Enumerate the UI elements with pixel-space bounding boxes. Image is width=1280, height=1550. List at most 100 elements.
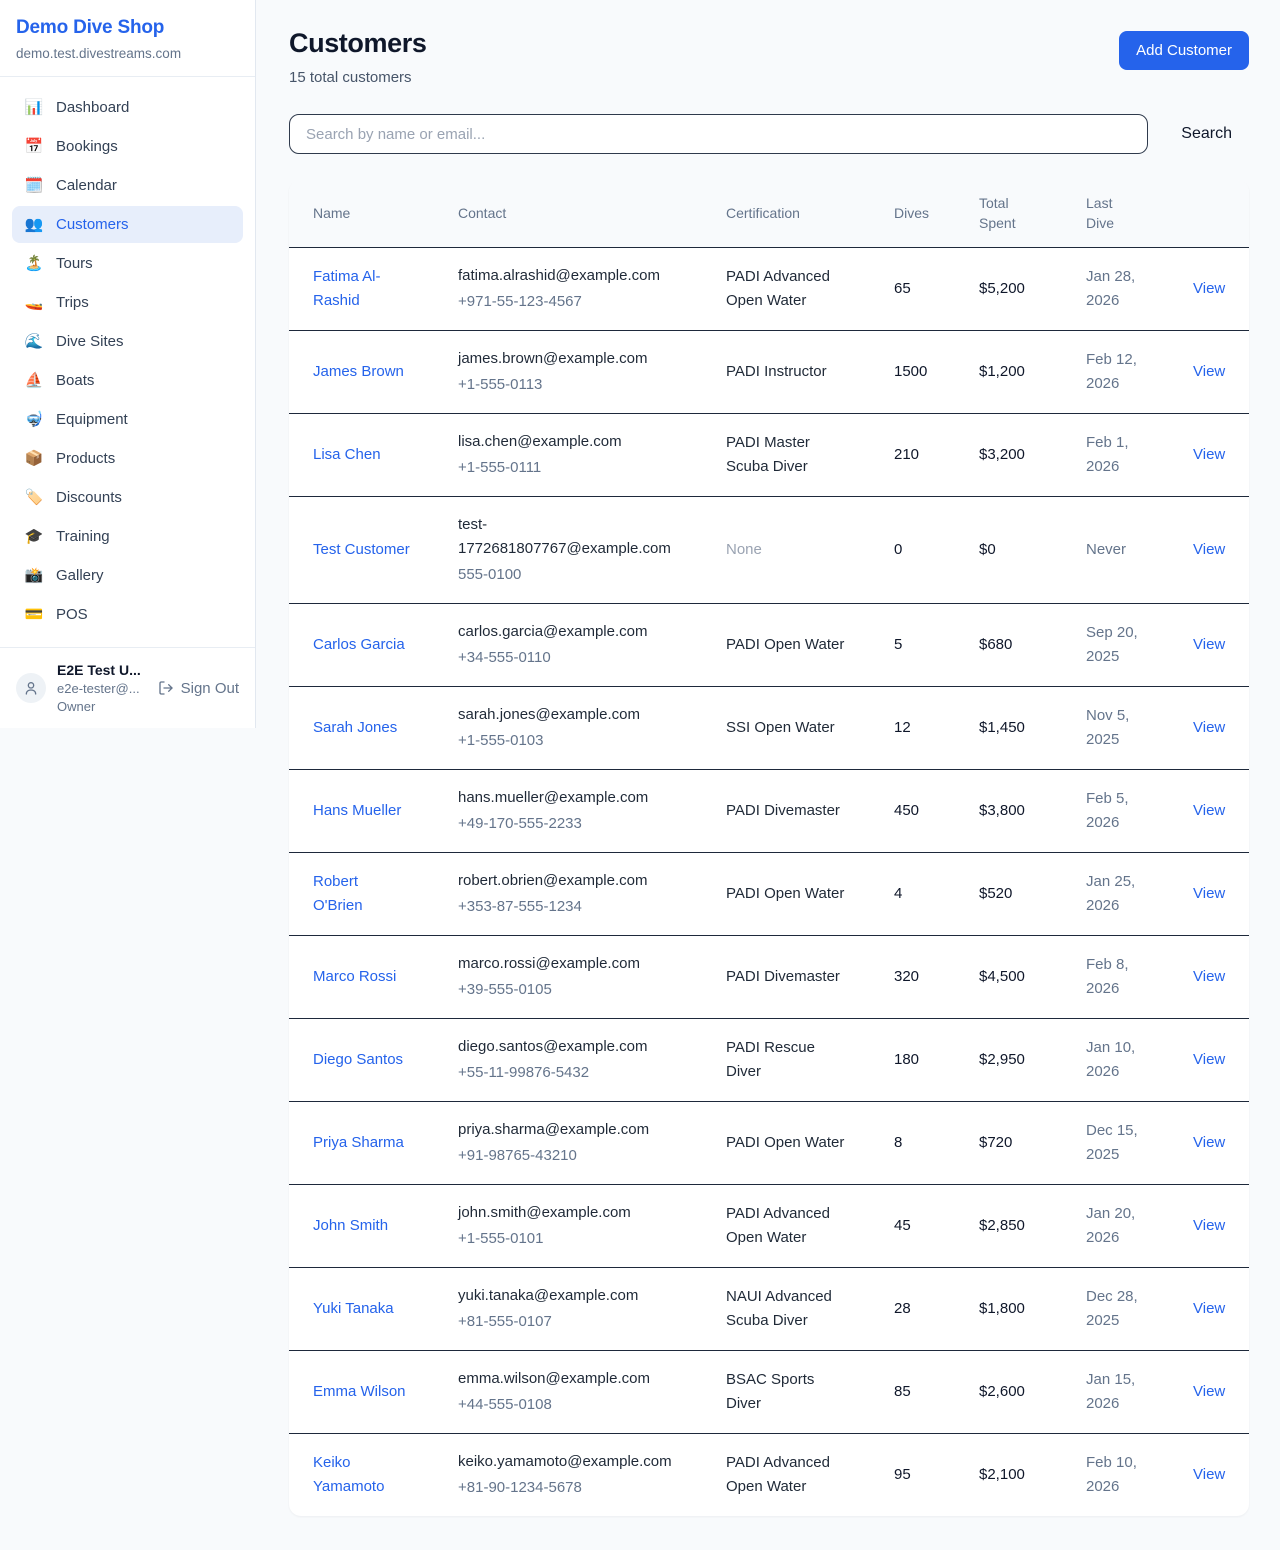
- view-link[interactable]: View: [1193, 968, 1225, 985]
- customer-phone: +91-98765-43210: [458, 1144, 680, 1168]
- cell-name: Fatima Al-Rashid: [289, 247, 458, 330]
- customer-certification: PADI Instructor: [726, 363, 827, 380]
- sidebar-item-boats[interactable]: ⛵Boats: [12, 362, 243, 399]
- column-header-last-dive: Last Dive: [1086, 180, 1193, 247]
- view-link[interactable]: View: [1193, 802, 1225, 819]
- cell-name: John Smith: [289, 1184, 458, 1267]
- customer-total-spent: $720: [979, 1134, 1012, 1151]
- customer-name-link[interactable]: Marco Rossi: [313, 968, 396, 985]
- sidebar-item-tours[interactable]: 🏝️Tours: [12, 245, 243, 282]
- page-title: Customers: [289, 28, 426, 59]
- table-header: NameContactCertificationDivesTotal Spent…: [289, 180, 1249, 247]
- cell-contact: emma.wilson@example.com+44-555-0108: [458, 1350, 726, 1433]
- cell-total-spent: $3,200: [979, 413, 1086, 496]
- customer-email: fatima.alrashid@example.com: [458, 264, 680, 288]
- customer-certification: NAUI Advanced Scuba Diver: [726, 1288, 832, 1329]
- cell-contact: yuki.tanaka@example.com+81-555-0107: [458, 1267, 726, 1350]
- discounts-icon: 🏷️: [24, 490, 44, 505]
- sidebar-item-pos[interactable]: 💳POS: [12, 596, 243, 633]
- view-link[interactable]: View: [1193, 1134, 1225, 1151]
- customer-name-link[interactable]: Fatima Al-Rashid: [313, 268, 381, 309]
- customer-email: lisa.chen@example.com: [458, 430, 680, 454]
- customer-email: test-1772681807767@example.com: [458, 513, 680, 561]
- customer-phone: +81-555-0107: [458, 1310, 680, 1334]
- cell-contact: carlos.garcia@example.com+34-555-0110: [458, 603, 726, 686]
- sidebar-item-discounts[interactable]: 🏷️Discounts: [12, 479, 243, 516]
- sidebar-item-dashboard[interactable]: 📊Dashboard: [12, 89, 243, 126]
- cell-actions: View: [1193, 603, 1249, 686]
- cell-last-dive: Jan 25, 2026: [1086, 852, 1193, 935]
- view-link[interactable]: View: [1193, 1466, 1225, 1483]
- cell-name: Yuki Tanaka: [289, 1267, 458, 1350]
- view-link[interactable]: View: [1193, 1383, 1225, 1400]
- view-link[interactable]: View: [1193, 1300, 1225, 1317]
- customer-dives: 8: [894, 1134, 902, 1151]
- add-customer-button[interactable]: Add Customer: [1119, 31, 1249, 70]
- view-link[interactable]: View: [1193, 1217, 1225, 1234]
- customer-name-link[interactable]: Sarah Jones: [313, 719, 397, 736]
- customer-name-link[interactable]: Emma Wilson: [313, 1383, 406, 1400]
- cell-contact: priya.sharma@example.com+91-98765-43210: [458, 1101, 726, 1184]
- customer-dives: 95: [894, 1466, 911, 1483]
- cell-total-spent: $2,600: [979, 1350, 1086, 1433]
- customer-name-link[interactable]: Priya Sharma: [313, 1134, 404, 1151]
- sidebar-item-training[interactable]: 🎓Training: [12, 518, 243, 555]
- table-row: Sarah Jonessarah.jones@example.com+1-555…: [289, 686, 1249, 769]
- sign-out-button[interactable]: Sign Out: [158, 680, 239, 697]
- cell-certification: PADI Master Scuba Diver: [726, 413, 894, 496]
- customer-name-link[interactable]: Carlos Garcia: [313, 636, 405, 653]
- cell-total-spent: $2,950: [979, 1018, 1086, 1101]
- customer-name-link[interactable]: Lisa Chen: [313, 446, 381, 463]
- customer-last-dive: Feb 5, 2026: [1086, 790, 1129, 831]
- customer-certification: PADI Master Scuba Diver: [726, 434, 810, 475]
- table-row: Diego Santosdiego.santos@example.com+55-…: [289, 1018, 1249, 1101]
- customer-phone: +1-555-0101: [458, 1227, 680, 1251]
- customer-dives: 12: [894, 719, 911, 736]
- cell-certification: PADI Rescue Diver: [726, 1018, 894, 1101]
- sidebar-item-trips[interactable]: 🚤Trips: [12, 284, 243, 321]
- cell-total-spent: $2,100: [979, 1433, 1086, 1516]
- cell-actions: View: [1193, 769, 1249, 852]
- customer-name-link[interactable]: John Smith: [313, 1217, 388, 1234]
- customer-name-link[interactable]: Hans Mueller: [313, 802, 401, 819]
- cell-actions: View: [1193, 1350, 1249, 1433]
- sidebar-item-calendar[interactable]: 🗓️Calendar: [12, 167, 243, 204]
- sidebar-item-dive-sites[interactable]: 🌊Dive Sites: [12, 323, 243, 360]
- cell-last-dive: Jan 20, 2026: [1086, 1184, 1193, 1267]
- view-link[interactable]: View: [1193, 636, 1225, 653]
- customer-name-link[interactable]: Test Customer: [313, 541, 410, 558]
- customer-total-spent: $3,800: [979, 802, 1025, 819]
- view-link[interactable]: View: [1193, 541, 1225, 558]
- customer-certification: PADI Advanced Open Water: [726, 1454, 830, 1495]
- sidebar-item-bookings[interactable]: 📅Bookings: [12, 128, 243, 165]
- view-link[interactable]: View: [1193, 446, 1225, 463]
- customer-name-link[interactable]: Yuki Tanaka: [313, 1300, 394, 1317]
- sidebar-item-products[interactable]: 📦Products: [12, 440, 243, 477]
- view-link[interactable]: View: [1193, 280, 1225, 297]
- cell-total-spent: $680: [979, 603, 1086, 686]
- customer-name-link[interactable]: Keiko Yamamoto: [313, 1454, 384, 1495]
- sidebar-item-customers[interactable]: 👥Customers: [12, 206, 243, 243]
- cell-last-dive: Sep 20, 2025: [1086, 603, 1193, 686]
- customer-name-link[interactable]: James Brown: [313, 363, 404, 380]
- cell-total-spent: $2,850: [979, 1184, 1086, 1267]
- column-header-dives: Dives: [894, 180, 979, 247]
- customer-name-link[interactable]: Diego Santos: [313, 1051, 403, 1068]
- sidebar-item-equipment[interactable]: 🤿Equipment: [12, 401, 243, 438]
- cell-last-dive: Dec 15, 2025: [1086, 1101, 1193, 1184]
- cell-last-dive: Feb 8, 2026: [1086, 935, 1193, 1018]
- sidebar-item-gallery[interactable]: 📸Gallery: [12, 557, 243, 594]
- cell-name: Hans Mueller: [289, 769, 458, 852]
- cell-dives: 1500: [894, 330, 979, 413]
- cell-contact: lisa.chen@example.com+1-555-0111: [458, 413, 726, 496]
- view-link[interactable]: View: [1193, 885, 1225, 902]
- customer-phone: +1-555-0113: [458, 373, 680, 397]
- customer-email: sarah.jones@example.com: [458, 703, 680, 727]
- search-button[interactable]: Search: [1148, 125, 1249, 143]
- view-link[interactable]: View: [1193, 719, 1225, 736]
- table-row: Lisa Chen lisa.chen@example.com+1-555-011…: [289, 413, 1249, 496]
- customer-name-link[interactable]: Robert O'Brien: [313, 873, 363, 914]
- view-link[interactable]: View: [1193, 363, 1225, 380]
- search-input[interactable]: [289, 114, 1148, 154]
- view-link[interactable]: View: [1193, 1051, 1225, 1068]
